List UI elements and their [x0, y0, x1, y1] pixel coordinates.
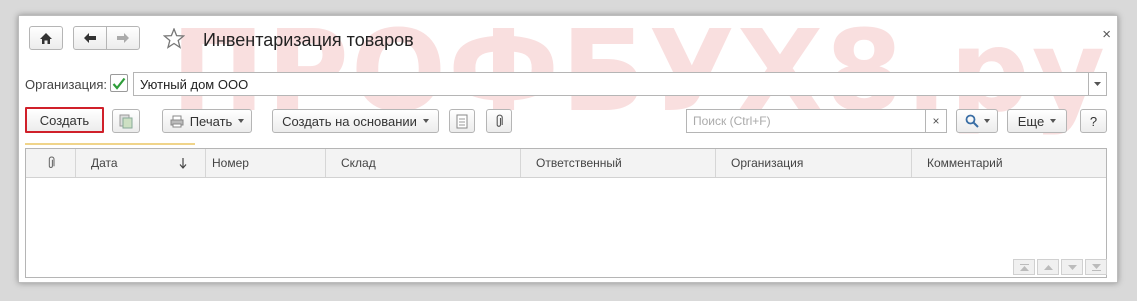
column-attachment[interactable]	[26, 149, 76, 177]
scroll-up-button[interactable]	[1037, 259, 1059, 275]
chevron-down-icon	[1067, 264, 1077, 270]
organization-label: Организация:	[25, 77, 108, 92]
paperclip-icon	[495, 114, 503, 129]
close-icon[interactable]: ×	[1102, 26, 1111, 43]
page-title: Инвентаризация товаров	[203, 30, 414, 50]
scroll-last-button[interactable]	[1085, 259, 1107, 275]
column-header-label: Комментарий	[927, 156, 1003, 170]
create-indicator	[25, 143, 195, 145]
create-button-label: Создать	[39, 112, 90, 128]
scroll-to-top-icon	[1019, 263, 1029, 271]
chevron-down-icon	[983, 119, 990, 123]
chevron-down-icon	[1094, 82, 1101, 86]
column-header-label: Дата	[91, 156, 118, 170]
print-button-label: Печать	[189, 113, 233, 129]
documents-table[interactable]: Дата Номер Склад Ответственный Организац…	[25, 148, 1107, 278]
search-button[interactable]	[956, 109, 998, 133]
more-button-label: Еще	[1017, 113, 1045, 129]
column-responsible[interactable]: Ответственный	[521, 149, 716, 177]
scroll-down-button[interactable]	[1061, 259, 1083, 275]
table-header: Дата Номер Склад Ответственный Организац…	[26, 149, 1106, 178]
create-based-on-label: Создать на основании	[282, 113, 417, 129]
attach-button[interactable]	[486, 109, 512, 133]
scroll-to-bottom-icon	[1091, 263, 1101, 271]
help-button[interactable]: ?	[1080, 109, 1107, 133]
copy-button[interactable]	[112, 109, 140, 133]
organization-checkbox[interactable]	[110, 74, 128, 92]
arrow-left-icon	[83, 32, 97, 44]
search-clear-button[interactable]: ×	[925, 109, 947, 133]
report-button[interactable]	[449, 109, 475, 133]
column-warehouse[interactable]: Склад	[326, 149, 521, 177]
paperclip-icon	[47, 156, 55, 170]
column-header-label: Организация	[731, 156, 804, 170]
document-list-window: ПРОФБУХ8.ру ОНЛАЙН-СЕМИНАРЫ И ВИДЕОКУРСЫ…	[18, 15, 1118, 283]
chevron-up-icon	[1043, 264, 1053, 270]
create-based-on-button[interactable]: Создать на основании	[272, 109, 439, 133]
forward-button[interactable]	[106, 26, 140, 50]
organization-input[interactable]: Уютный дом ООО	[133, 72, 1089, 96]
column-date[interactable]: Дата	[76, 149, 206, 177]
chevron-down-icon	[238, 119, 245, 123]
column-header-label: Номер	[212, 156, 249, 170]
column-number[interactable]: Номер	[206, 149, 326, 177]
column-comment[interactable]: Комментарий	[912, 149, 1106, 177]
column-header-label: Склад	[341, 156, 376, 170]
scroll-first-button[interactable]	[1013, 259, 1035, 275]
print-button[interactable]: Печать	[162, 109, 252, 133]
column-header-label: Ответственный	[536, 156, 622, 170]
column-organization[interactable]: Организация	[716, 149, 912, 177]
search-input[interactable]: Поиск (Ctrl+F)	[686, 109, 926, 133]
arrow-right-icon	[116, 32, 130, 44]
printer-icon	[170, 115, 184, 128]
home-icon	[39, 32, 53, 45]
checkmark-icon	[112, 77, 126, 90]
chevron-down-icon	[422, 119, 429, 123]
back-button[interactable]	[73, 26, 107, 50]
star-icon[interactable]	[163, 28, 185, 49]
create-button[interactable]: Создать	[25, 107, 104, 133]
more-button[interactable]: Еще	[1007, 109, 1067, 133]
sort-descending-icon	[179, 157, 187, 169]
chevron-down-icon	[1050, 119, 1057, 123]
document-report-icon	[456, 114, 468, 129]
organization-dropdown-button[interactable]	[1088, 72, 1107, 96]
copy-document-icon	[119, 114, 133, 129]
help-button-label: ?	[1089, 113, 1098, 129]
search-icon	[965, 114, 979, 128]
home-button[interactable]	[29, 26, 63, 50]
